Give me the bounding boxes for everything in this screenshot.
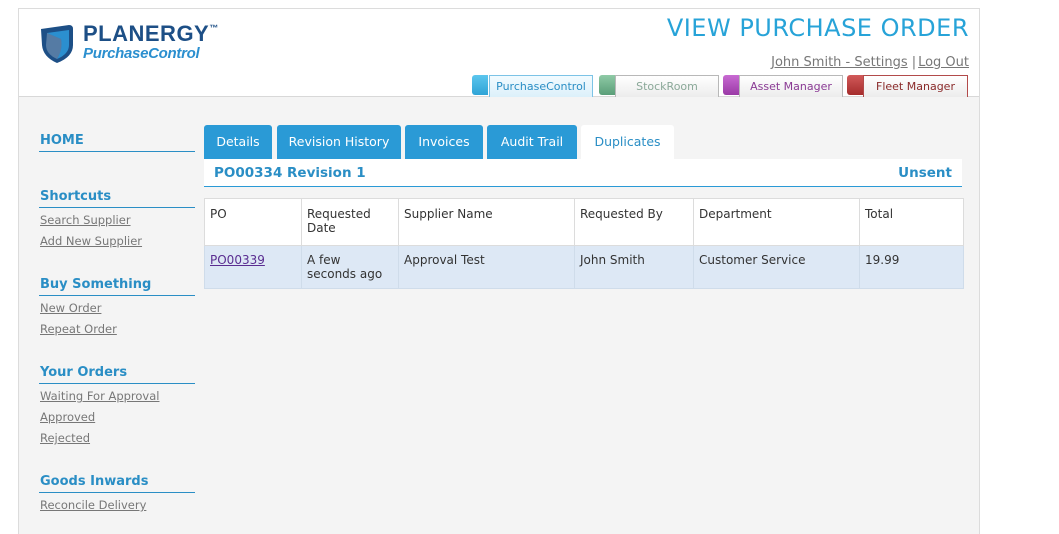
cell-requested-date: A few seconds ago (301, 245, 399, 289)
app-frame: PLANERGY™ PurchaseControl VIEW PURCHASE … (18, 8, 980, 534)
po-header-bar: PO00334 Revision 1 Unsent (204, 159, 962, 187)
purchasecontrol-app-icon[interactable] (472, 75, 488, 95)
column-header-requested-by: Requested By (574, 198, 694, 246)
fleet-manager-app-icon[interactable] (847, 75, 863, 95)
tab-details[interactable]: Details (204, 125, 272, 159)
sidebar-item-reconcile-delivery[interactable]: Reconcile Delivery (39, 495, 195, 516)
logo-subtitle: PurchaseControl (83, 45, 200, 62)
planergy-logo[interactable]: PLANERGY™ PurchaseControl (39, 21, 239, 69)
sidebar-item-approved[interactable]: Approved (39, 407, 195, 428)
sidebar-item-add-new-supplier[interactable]: Add New Supplier (39, 231, 195, 252)
sidebar-section-home: HOME (39, 133, 195, 152)
logo-name: PLANERGY™ (83, 21, 219, 47)
page-title: VIEW PURCHASE ORDER (666, 14, 969, 42)
column-header-supplier-name: Supplier Name (398, 198, 575, 246)
app-tab-stockroom[interactable]: StockRoom (615, 75, 719, 97)
app-tab-asset-manager[interactable]: Asset Manager (739, 75, 843, 97)
sidebar-heading-orders: Your Orders (39, 365, 195, 384)
po-link[interactable]: PO00339 (210, 253, 265, 267)
sidebar-item-new-order[interactable]: New Order (39, 298, 195, 319)
tab-duplicates[interactable]: Duplicates (581, 125, 674, 159)
stockroom-app-icon[interactable] (599, 75, 615, 95)
column-header-requested-date: Requested Date (301, 198, 399, 246)
tab-revision-history[interactable]: Revision History (277, 125, 401, 159)
sidebar-home-link[interactable]: HOME (39, 133, 195, 152)
logo-name-text: PLANERGY (83, 21, 210, 46)
sidebar-section-goods: Goods Inwards Reconcile Delivery (39, 474, 195, 516)
cell-requested-by: John Smith (574, 245, 694, 289)
settings-link[interactable]: John Smith - Settings (771, 55, 908, 70)
table-row[interactable]: PO00339 A few seconds ago Approval Test … (204, 245, 964, 289)
header: PLANERGY™ PurchaseControl VIEW PURCHASE … (19, 9, 979, 97)
sidebar-heading-goods: Goods Inwards (39, 474, 195, 493)
column-header-total: Total (859, 198, 964, 246)
asset-manager-app-icon[interactable] (723, 75, 739, 95)
logo-tm: ™ (209, 23, 219, 33)
sidebar-item-repeat-order[interactable]: Repeat Order (39, 319, 195, 340)
app-tab-purchasecontrol[interactable]: PurchaseControl (489, 75, 593, 97)
tab-bar: Details Revision History Invoices Audit … (204, 125, 964, 159)
cell-total: 19.99 (859, 245, 964, 289)
sidebar-heading-buy: Buy Something (39, 277, 195, 296)
table-header-row: PO Requested Date Supplier Name Requeste… (204, 198, 964, 246)
po-status: Unsent (898, 165, 952, 181)
sidebar-section-buy: Buy Something New Order Repeat Order (39, 277, 195, 340)
duplicates-table: PO Requested Date Supplier Name Requeste… (204, 198, 964, 289)
app-tab-fleet-manager[interactable]: Fleet Manager (863, 75, 968, 97)
user-links: John Smith - Settings | Log Out (771, 55, 969, 70)
cell-supplier-name: Approval Test (398, 245, 575, 289)
sidebar-item-rejected[interactable]: Rejected (39, 428, 195, 449)
link-separator: | (911, 55, 917, 70)
sidebar-item-search-supplier[interactable]: Search Supplier (39, 210, 195, 231)
tab-invoices[interactable]: Invoices (405, 125, 483, 159)
sidebar-section-shortcuts: Shortcuts Search Supplier Add New Suppli… (39, 189, 195, 252)
logout-link[interactable]: Log Out (918, 55, 969, 70)
column-header-po: PO (204, 198, 302, 246)
sidebar-section-orders: Your Orders Waiting For Approval Approve… (39, 365, 195, 449)
column-header-department: Department (693, 198, 860, 246)
sidebar-item-waiting-for-approval[interactable]: Waiting For Approval (39, 386, 195, 407)
tab-audit-trail[interactable]: Audit Trail (487, 125, 577, 159)
sidebar-heading-shortcuts: Shortcuts (39, 189, 195, 208)
cell-department: Customer Service (693, 245, 860, 289)
po-title: PO00334 Revision 1 (214, 165, 366, 181)
cell-po: PO00339 (204, 245, 302, 289)
shield-logo-icon (41, 25, 73, 63)
